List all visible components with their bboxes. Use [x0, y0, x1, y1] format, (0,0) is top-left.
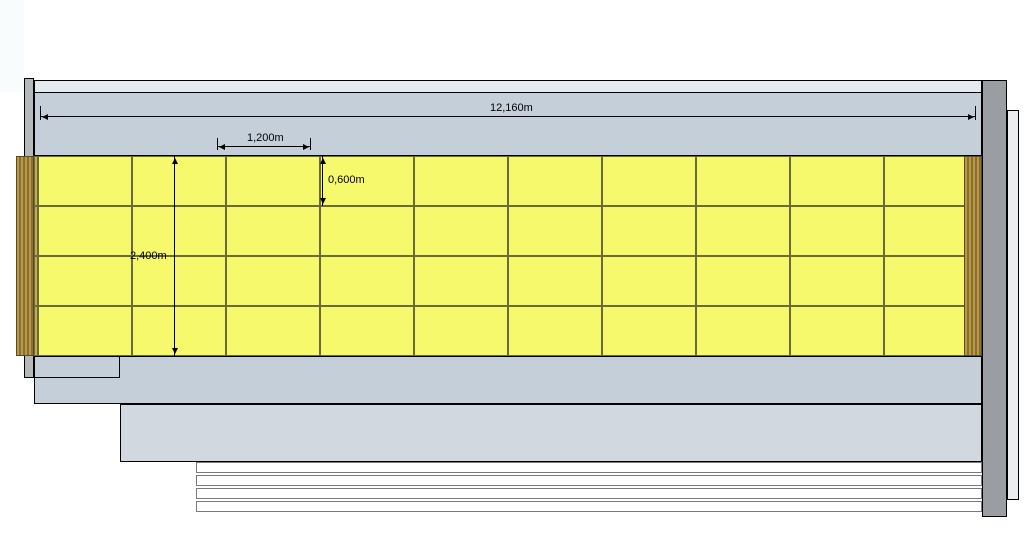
tile — [38, 156, 132, 206]
tile — [38, 306, 132, 356]
tile — [508, 206, 602, 256]
tile — [320, 306, 414, 356]
lower-wall-band — [34, 356, 982, 404]
stair-step — [196, 501, 982, 512]
background-fill — [0, 0, 24, 92]
tile — [602, 206, 696, 256]
tile — [790, 256, 884, 306]
tile — [790, 206, 884, 256]
tile — [414, 206, 508, 256]
cad-elevation-view: 12,160m 1,200m — [0, 0, 1024, 539]
tile — [790, 156, 884, 206]
tile — [414, 256, 508, 306]
dimension-label: 0,600m — [328, 174, 365, 186]
left-return-texture — [16, 156, 34, 356]
stair-steps — [196, 462, 982, 517]
stair-step — [196, 475, 982, 486]
right-wall-extrusion — [982, 80, 1007, 517]
tile — [226, 256, 320, 306]
tile — [602, 256, 696, 306]
tile — [414, 306, 508, 356]
stair-step — [196, 462, 982, 473]
tile — [414, 156, 508, 206]
floor-slab — [120, 404, 982, 462]
tile — [602, 156, 696, 206]
tile — [226, 156, 320, 206]
tile — [696, 206, 790, 256]
roof-slant — [34, 80, 982, 92]
tile — [696, 156, 790, 206]
tile — [602, 306, 696, 356]
right-wall-cap — [1007, 110, 1019, 500]
left-floor-ledge — [34, 356, 120, 378]
dimension-total-width: 12,160m — [40, 110, 976, 130]
tile — [226, 206, 320, 256]
tile — [320, 256, 414, 306]
tile — [226, 306, 320, 356]
dimension-tile-height: 0,600m — [318, 156, 378, 206]
dimension-panel-height: 2,400m — [170, 156, 230, 356]
tile — [696, 256, 790, 306]
right-return-texture — [964, 156, 982, 356]
stair-step — [196, 488, 982, 499]
dimension-label: 2,400m — [130, 250, 167, 262]
dimension-label: 12,160m — [490, 102, 533, 114]
tile — [508, 156, 602, 206]
tile — [508, 256, 602, 306]
tile — [508, 306, 602, 356]
tile — [320, 206, 414, 256]
tile — [38, 256, 132, 306]
tile — [696, 306, 790, 356]
tile — [790, 306, 884, 356]
dimension-label: 1,200m — [247, 132, 284, 144]
tile — [38, 206, 132, 256]
